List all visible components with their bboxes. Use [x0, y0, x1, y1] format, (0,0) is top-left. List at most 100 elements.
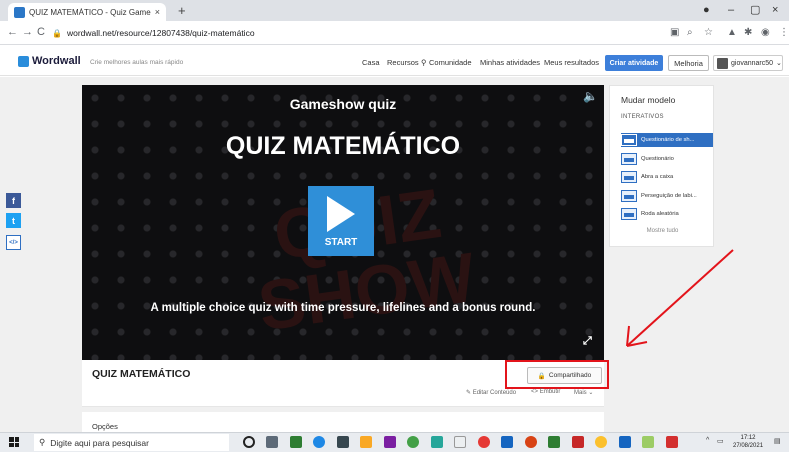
opera-icon[interactable] [478, 436, 490, 448]
new-tab-button[interactable]: + [178, 3, 186, 18]
template-item-open-box[interactable]: Abra a caixa [621, 170, 713, 184]
edit-content-link[interactable]: ✎ Editar Conteúdo [466, 389, 516, 396]
nav-my-activities[interactable]: Minhas atividades [480, 58, 540, 67]
edge-icon[interactable] [313, 436, 325, 448]
app-icon-2[interactable] [384, 436, 396, 448]
fullscreen-icon[interactable]: ⤢ [583, 336, 592, 347]
bookmark-star-icon[interactable]: ☆ [704, 26, 713, 39]
user-menu[interactable]: giovannarc50 ⌄ [713, 55, 783, 71]
embed-share-icon[interactable]: </> [6, 235, 21, 250]
close-window-icon[interactable]: × [772, 2, 778, 18]
template-item-gameshow[interactable]: Questionário de sh... [621, 133, 713, 147]
maximize-icon[interactable]: ▢ [750, 2, 760, 18]
clock-time: 17:12 [740, 435, 756, 441]
back-icon[interactable]: ← [7, 25, 18, 39]
sound-icon[interactable]: 🔈 [583, 89, 598, 103]
template-heading: Mudar modelo [621, 95, 676, 105]
taskbar-search-placeholder: Digite aqui para pesquisar [50, 437, 149, 448]
twitter-share-icon[interactable]: t [6, 213, 21, 228]
chrome-canary-icon[interactable] [595, 436, 607, 448]
url-text: wordwall.net/resource/12807438/quiz-mate… [66, 28, 255, 38]
show-all-templates-link[interactable]: Mostre tudo [610, 228, 715, 234]
start-label: START [324, 237, 358, 248]
random-wheel-template-icon [621, 208, 637, 220]
tab-close-icon[interactable]: × [155, 7, 160, 17]
template-section-label: INTERATIVOS [621, 114, 664, 120]
task-view-icon[interactable] [266, 436, 278, 448]
options-label[interactable]: Opções [92, 422, 118, 431]
options-panel [82, 412, 604, 432]
extension-icon[interactable]: ▲ [727, 26, 737, 39]
battery-icon[interactable]: ▭ [717, 437, 724, 445]
notifications-icon[interactable]: ▤ [774, 437, 781, 445]
windows-start-icon[interactable] [9, 437, 19, 447]
app-icon-1[interactable] [290, 436, 302, 448]
username: giovannarc50 [731, 59, 774, 67]
create-activity-button[interactable]: Criar atividade [605, 55, 663, 71]
tray-chevron-icon[interactable]: ^ [706, 437, 709, 444]
taskbar-clock[interactable]: 17:12 27/08/2021 [733, 434, 763, 450]
word-icon[interactable] [619, 436, 631, 448]
powerpoint-icon[interactable] [666, 436, 678, 448]
browser-menu-icon[interactable]: ⋮ [779, 26, 789, 39]
gameshow-template-icon [621, 134, 637, 146]
upgrade-button[interactable]: Melhoria [668, 55, 709, 71]
chrome-icon[interactable] [407, 436, 419, 448]
lock-icon: 🔒 [52, 28, 62, 38]
play-icon [327, 196, 355, 232]
template-switcher: Mudar modelo INTERATIVOS Questionário de… [609, 85, 714, 247]
tagline: Crie melhores aulas mais rápido [90, 59, 184, 66]
app-icon-6[interactable] [642, 436, 654, 448]
app-icon-5[interactable] [572, 436, 584, 448]
browser-tab[interactable]: QUIZ MATEMÁTICO - Quiz Game × [8, 3, 166, 21]
nav-community[interactable]: Comunidade [429, 58, 472, 67]
nav-home[interactable]: Casa [362, 58, 380, 67]
annotation-arrow-icon [626, 249, 734, 347]
nav-my-results[interactable]: Meus resultados [544, 58, 599, 67]
facebook-share-icon[interactable]: f [6, 193, 21, 208]
app-icon-3[interactable] [431, 436, 443, 448]
wordwall-logo-icon [18, 55, 29, 67]
taskbar-search-input[interactable]: ⚲ Digite aqui para pesquisar [34, 434, 229, 451]
puzzle-icon[interactable]: ✱ [744, 26, 752, 39]
code-icon: <> [531, 389, 539, 395]
notepad-icon[interactable] [454, 436, 466, 448]
quiz-template-icon [621, 153, 637, 165]
open-box-template-icon [621, 171, 637, 183]
wordwall-logo[interactable]: Wordwall [18, 55, 81, 67]
template-item-maze-chase[interactable]: Perseguição de labi... [621, 189, 713, 203]
search-icon: ⚲ [39, 437, 46, 447]
game-description: A multiple choice quiz with time pressur… [150, 302, 536, 314]
chevron-down-icon: ⌄ [588, 390, 594, 396]
store-icon[interactable] [337, 436, 349, 448]
maze-chase-template-icon [621, 190, 637, 202]
excel-icon[interactable] [548, 436, 560, 448]
translate-icon[interactable]: ▣ [670, 26, 679, 39]
url-field[interactable]: 🔒 wordwall.net/resource/12807438/quiz-ma… [52, 24, 612, 42]
more-link[interactable]: Mais ⌄ [574, 389, 593, 396]
chevron-down-icon: ⌄ [776, 60, 782, 67]
reload-icon[interactable]: C [37, 25, 45, 39]
embed-link[interactable]: <> Embutir [531, 389, 560, 395]
pencil-icon: ✎ [466, 390, 472, 396]
template-item-quiz[interactable]: Questionário [621, 152, 713, 166]
activity-title: QUIZ MATEMÁTICO [92, 368, 191, 380]
profile-dot-icon[interactable]: ● [703, 2, 710, 18]
template-item-random-wheel[interactable]: Roda aleatória [621, 207, 713, 221]
profile-avatar-icon[interactable]: ◉ [761, 26, 770, 39]
tab-title: QUIZ MATEMÁTICO - Quiz Game [29, 7, 151, 17]
wordwall-favicon-icon [14, 6, 25, 18]
file-explorer-icon[interactable] [360, 436, 372, 448]
photoshop-icon[interactable] [501, 436, 513, 448]
avatar [717, 57, 728, 69]
game-template-label: Gameshow quiz [289, 96, 397, 112]
minimize-icon[interactable]: – [728, 2, 734, 18]
search-icon: ⚲ [421, 58, 427, 67]
nav-resources[interactable]: Recursos [387, 58, 419, 67]
zoom-icon[interactable]: ⌕ [687, 26, 693, 39]
forward-icon[interactable]: → [22, 25, 33, 39]
app-icon-4[interactable] [525, 436, 537, 448]
cortana-icon[interactable] [243, 436, 255, 448]
game-title: QUIZ MATEMÁTICO [225, 132, 461, 160]
clock-date: 27/08/2021 [733, 443, 764, 449]
